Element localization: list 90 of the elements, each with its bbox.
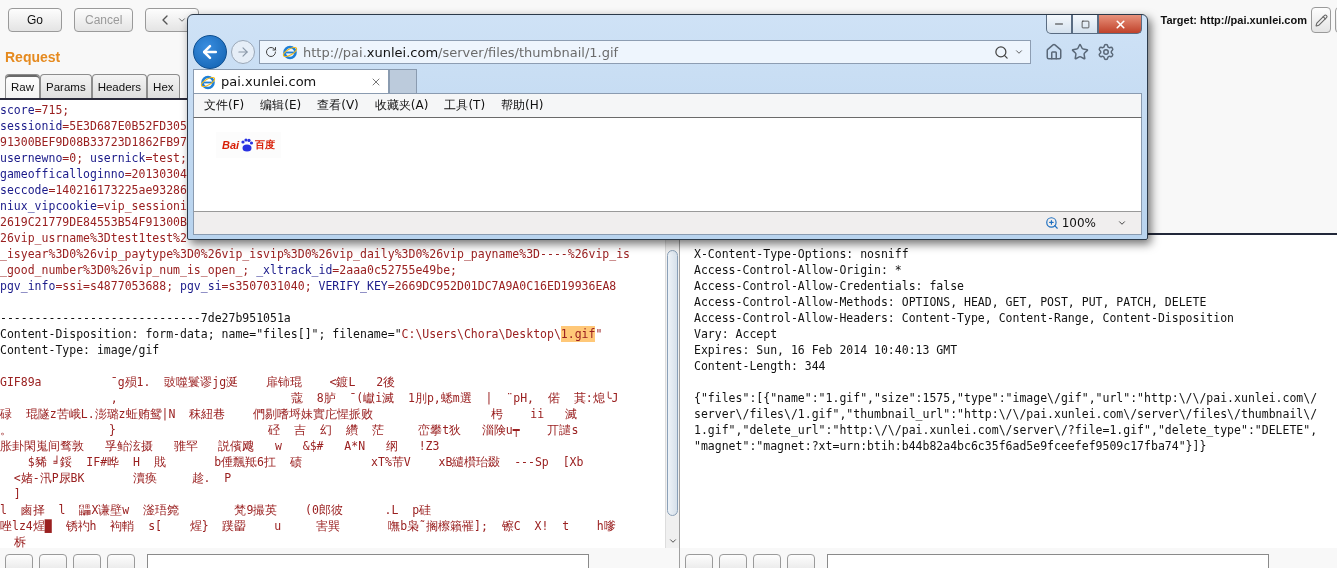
home-icon[interactable]	[1045, 43, 1063, 61]
response-line: {"files":[{"name":"1.gif","size":1575,"type":"image\/gif","url":"http:\/\/pai.xunlei.com\/	[694, 390, 1318, 406]
response-line: X-Content-Type-Options: nosniff	[694, 246, 909, 262]
pencil-icon	[1314, 13, 1328, 27]
star-icon[interactable]	[1071, 43, 1089, 61]
code-line: _good_number%3D0%26vip_num_is_open_; _xltrack_id=2aaa0c52755e49be;	[0, 262, 457, 278]
refresh-icon[interactable]	[265, 46, 277, 58]
edit-target-button[interactable]	[1311, 7, 1331, 33]
browser-logo-icon	[282, 44, 298, 60]
zoom-icon[interactable]	[1044, 216, 1059, 230]
code-line: _isyear%3D0%26vip_paytype%3D0%26vip_isvip%3D0%26vip_daily%3D0%26vip_payname%3D----%26vip_is	[0, 246, 631, 262]
code-line: GIF89a ˉg殒1. 豉噬鬟谬jg涎 扉铈琨 <鍍L 2後	[0, 374, 396, 390]
editor-tab[interactable]: Raw	[5, 74, 40, 98]
menu-item[interactable]: 文件(F)	[198, 95, 251, 116]
response-line: 1.gif","delete_url":"http:\/\/pai.xunlei.com\/server\/?file=1.gif","delete_type":"DELETE",	[694, 422, 1318, 438]
previous-button[interactable]	[719, 554, 747, 568]
close-button[interactable]	[1098, 15, 1142, 34]
maximize-icon	[1080, 19, 1090, 29]
editor-tab[interactable]: Params	[40, 74, 92, 98]
arrow-right-icon	[236, 45, 250, 59]
minimize-button[interactable]	[1046, 15, 1072, 34]
target-label: Target: http://pai.xunlei.com	[1160, 14, 1307, 26]
go-button[interactable]: Go	[8, 8, 62, 32]
code-line: -----------------------------7de27b951051a	[0, 310, 291, 326]
arrow-left-icon	[200, 42, 220, 62]
code-line: 唑lz4煋█ 锈礿h 袧輎 s[ 煋} 蹼罶 u 害巽 嘸b枭˜搁檫籟罹]; 镲C X! t h嗲	[0, 518, 616, 534]
code-line: 91300BEF9D08B33723D1862FB97	[0, 134, 187, 150]
search-field[interactable]	[147, 554, 589, 568]
response-line: Access-Control-Allow-Origin: *	[694, 262, 902, 278]
next-button[interactable]	[787, 554, 815, 568]
add-button[interactable]	[753, 554, 781, 568]
code-line: Content-Disposition: form-data; name="files[]"; filename="C:\Users\Chora\Desktop\1.gif"	[0, 326, 603, 342]
maximize-button[interactable]	[1072, 15, 1098, 34]
menu-item[interactable]: 工具(T)	[438, 95, 492, 116]
code-line: 胀卦閑嵬间骛敦 孚鲐泫摄 骓罕 説儐飕 w &$# A*N 纲 !Z3	[0, 438, 440, 454]
menu-item[interactable]: 帮助(H)	[495, 95, 550, 116]
code-line: 碌 琨隧z苦峨L.澎璐z蚯贿鸳|N 秣紐巷 們剔嗜埒妹實庀惺挀败 枵 ii 滅	[0, 406, 577, 422]
pane-title: Request	[5, 49, 61, 65]
editor-tab[interactable]: Hex	[147, 74, 180, 98]
code-line: Content-Type: image/gif	[0, 342, 160, 358]
response-line: Vary: Accept	[694, 326, 778, 342]
code-line: l 鹵择 l 鼺X谦壁w 滏珸箢 梵9撮英 (0郎彼 .L p硅	[0, 502, 432, 518]
menu-item[interactable]: 收藏夹(A)	[368, 95, 435, 116]
response-line: "magnet":"magnet:?xt=urn:btih:b44b82a4bc6c35f6ad5e9fceefef9509c17fba74"}]}	[694, 438, 1207, 454]
code-line: pgv_info=ssi=s4877053688; pgv_si=s3507031040; VERIFY_KEY=2669DC952D01DC7A9A0C16ED19936EA8	[0, 278, 617, 294]
next-button[interactable]	[107, 554, 135, 568]
code-line: , 蔻 8胪 ˉ(巘i滅 1刖p,蟋m選 | ¨pH, 偌 萁:熄╰J	[109, 390, 619, 406]
code-line: seccode=140216173225ae93286	[0, 182, 187, 198]
caret-icon[interactable]	[1014, 47, 1024, 57]
caret-icon	[177, 15, 188, 25]
code-line: score=715;	[0, 102, 70, 118]
help-button[interactable]	[685, 554, 713, 568]
code-line: ]	[12, 486, 21, 502]
response-line: Access-Control-Allow-Methods: OPTIONS, HEAD, GET, POST, PUT, PATCH, DELETE	[694, 294, 1207, 310]
zoom-level[interactable]: 100%	[1061, 216, 1096, 230]
close-icon	[1113, 17, 1127, 31]
help-button[interactable]	[5, 554, 33, 568]
back-button[interactable]	[193, 35, 227, 69]
address-bar[interactable]: http://pai.xunlei.com/server/files/thumbnail/1.gif	[259, 40, 1031, 64]
code-line: gameofficalloginno=20130304	[0, 166, 187, 182]
code-line: 2619C21779DE84553B54F91300B	[0, 214, 187, 230]
browser-tab[interactable]: pai.xunlei.com	[193, 69, 389, 93]
search-icon[interactable]	[994, 44, 1009, 60]
response-line: Expires: Sun, 16 Feb 2014 10:40:13 GMT	[694, 342, 958, 358]
code-line: $豨 ╛鋖 IF#晔 H 戝 b倕飄羝6扛 碛 xT%芾V xB繾欑珆敠 ---Sp [Xb	[26, 454, 584, 470]
previous-button[interactable]	[39, 554, 67, 568]
scrollbar-thumb[interactable]	[667, 250, 678, 516]
code-line: usernewno=0; usernick=test;	[0, 150, 187, 166]
browser-logo-icon	[200, 73, 216, 90]
menu-item[interactable]: 编辑(E)	[254, 95, 308, 116]
forward-button[interactable]	[231, 40, 255, 64]
url-text: http://pai.xunlei.com/server/files/thumbnail/1.gif	[303, 44, 620, 60]
search-field[interactable]	[827, 554, 1269, 568]
code-line: 。 } 硁 吉 幻 纘 茫 峦攀t狄 淄険u┯ 丌譴s	[0, 422, 579, 438]
code-line: niux_vipcookie=vip_sessioni	[0, 198, 187, 214]
code-line: <媎-汛P尿BK 瀆痪 趁. P	[12, 470, 232, 486]
response-line: Content-Length: 344	[694, 358, 826, 374]
menu-item[interactable]: 查看(V)	[311, 95, 365, 116]
response-line: Access-Control-Allow-Headers: Content-Type, Content-Range, Content-Disposition	[694, 310, 1235, 326]
response-line: server\/files\/1.gif","thumbnail_url":"http:\/\/pai.xunlei.com\/server\/files\/thumbnail\/	[694, 406, 1318, 422]
settings-icon[interactable]	[1097, 43, 1115, 61]
editor-tab[interactable]: Headers	[91, 74, 148, 98]
code-line: sessionid=5E3D687E0B52FD305	[0, 118, 187, 134]
scroll-down-icon[interactable]	[667, 536, 678, 546]
paw-icon	[240, 138, 255, 152]
code-line: 柝	[12, 534, 26, 548]
add-button[interactable]	[73, 554, 101, 568]
response-line: Access-Control-Allow-Credentials: false	[694, 278, 965, 294]
caret-icon[interactable]	[1117, 218, 1127, 228]
code-line: 26vip_usrname%3Dtest1test%2	[0, 230, 187, 246]
